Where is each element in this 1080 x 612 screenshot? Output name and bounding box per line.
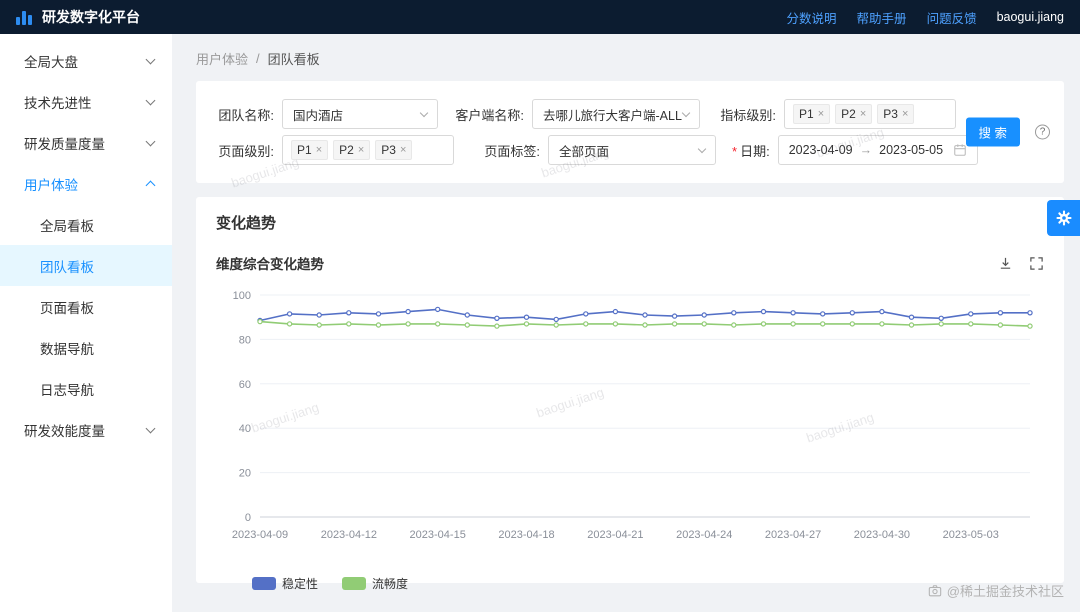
tag-remove-icon[interactable]: × <box>818 108 824 120</box>
top-bar: 研发数字化平台 分数说明 帮助手册 问题反馈 baogui.jiang <box>0 0 1080 34</box>
chevron-down-icon <box>145 423 156 433</box>
tag: P3 × <box>877 104 915 124</box>
date-range-picker[interactable]: 2023-04-09 → 2023-05-05 <box>777 135 978 165</box>
svg-text:60: 60 <box>239 379 251 391</box>
svg-text:40: 40 <box>239 423 251 435</box>
date-end: 2023-05-05 <box>879 143 944 157</box>
svg-text:2023-04-30: 2023-04-30 <box>854 529 910 541</box>
required-asterisk: * <box>732 143 738 159</box>
tag-remove-icon[interactable]: × <box>902 108 908 120</box>
sidebar: 全局大盘 技术先进性 研发质量度量 用户体验 全局看板 团队看板 页面看板 数据… <box>0 34 172 612</box>
breadcrumb: 用户体验 / 团队看板 <box>196 49 1064 68</box>
sidebar-item-rd-quality[interactable]: 研发质量度量 <box>0 122 172 163</box>
date-start: 2023-04-09 <box>788 143 853 157</box>
sidebar-item-global-board[interactable]: 全局看板 <box>0 204 172 245</box>
date-label: * 日期: <box>732 143 770 159</box>
tag: P3 × <box>375 140 413 160</box>
chevron-down-icon <box>681 108 691 117</box>
sidebar-item-team-board[interactable]: 团队看板 <box>0 245 172 286</box>
panel-title: 变化趋势 <box>216 215 277 232</box>
date-range-arrow: → <box>859 143 873 157</box>
link-score-explain[interactable]: 分数说明 <box>787 8 837 27</box>
breadcrumb-current: 团队看板 <box>267 52 320 67</box>
svg-text:2023-04-21: 2023-04-21 <box>587 529 643 541</box>
juejin-watermark: @稀土掘金技术社区 <box>928 581 1064 600</box>
page-level-label: 页面级别: <box>218 143 274 159</box>
svg-text:100: 100 <box>233 290 251 302</box>
breadcrumb-separator: / <box>256 51 260 66</box>
tag: P2 × <box>835 104 873 124</box>
sidebar-item-tech-advancement[interactable]: 技术先进性 <box>0 81 172 122</box>
sidebar-item-data-nav[interactable]: 数据导航 <box>0 327 172 368</box>
sidebar-item-user-experience[interactable]: 用户体验 <box>0 163 172 204</box>
fullscreen-icon[interactable] <box>1029 256 1044 271</box>
app-title: 研发数字化平台 <box>42 9 140 25</box>
legend-item-fluency[interactable]: 流畅度 <box>342 575 408 592</box>
user-menu[interactable]: baogui.jiang <box>997 10 1064 24</box>
chart-legend: 稳定性 流畅度 <box>252 575 1044 592</box>
filter-panel: 团队名称: 国内酒店 客户端名称: 去哪儿旅行大客户端-ALL 指标级别: P1… <box>196 81 1064 183</box>
app-logo-icon <box>16 9 34 25</box>
chevron-down-icon <box>419 108 429 117</box>
tag-remove-icon[interactable]: × <box>860 108 866 120</box>
trend-line-chart[interactable]: 0 20 40 60 80 100 2023-04-09 2023-04-12 2023-04-… <box>216 285 1044 547</box>
svg-text:2023-04-18: 2023-04-18 <box>498 529 554 541</box>
sidebar-item-log-nav[interactable]: 日志导航 <box>0 368 172 409</box>
tag: P1 × <box>291 140 329 160</box>
svg-text:2023-04-15: 2023-04-15 <box>410 529 466 541</box>
client-name-label: 客户端名称: <box>455 107 524 123</box>
tag: P1 × <box>793 104 831 124</box>
legend-marker <box>342 577 367 590</box>
sidebar-item-page-board[interactable]: 页面看板 <box>0 286 172 327</box>
tag-remove-icon[interactable]: × <box>400 144 406 156</box>
search-button[interactable]: 搜 索 <box>965 117 1020 147</box>
tag-remove-icon[interactable]: × <box>316 144 322 156</box>
svg-text:2023-05-03: 2023-05-03 <box>943 529 999 541</box>
chevron-down-icon <box>145 54 156 64</box>
sidebar-item-rd-efficiency[interactable]: 研发效能度量 <box>0 409 172 450</box>
main-content: 用户体验 / 团队看板 团队名称: 国内酒店 客户端名称: 去哪儿旅行大客户端-… <box>172 34 1080 612</box>
metric-level-multiselect[interactable]: P1 × P2 × P3 × <box>784 99 956 129</box>
svg-text:2023-04-27: 2023-04-27 <box>765 529 821 541</box>
download-icon[interactable] <box>998 256 1013 271</box>
svg-text:80: 80 <box>239 334 251 346</box>
camera-icon <box>928 584 942 598</box>
page-tag-select[interactable]: 全部页面 <box>548 135 716 165</box>
metric-level-label: 指标级别: <box>720 107 776 123</box>
link-help-manual[interactable]: 帮助手册 <box>857 8 907 27</box>
chart-title: 维度综合变化趋势 <box>216 257 324 272</box>
page-level-multiselect[interactable]: P1 × P2 × P3 × <box>282 135 454 165</box>
link-feedback[interactable]: 问题反馈 <box>927 8 977 27</box>
chevron-up-icon <box>145 180 156 191</box>
gear-icon <box>1055 209 1073 227</box>
svg-text:20: 20 <box>239 468 251 480</box>
client-select[interactable]: 去哪儿旅行大客户端-ALL <box>532 99 700 129</box>
chevron-down-icon <box>145 95 156 105</box>
svg-text:2023-04-24: 2023-04-24 <box>676 529 732 541</box>
chevron-down-icon <box>145 136 156 146</box>
legend-marker <box>252 577 276 590</box>
settings-button[interactable] <box>1047 200 1080 236</box>
chevron-down-icon <box>697 144 707 153</box>
team-name-label: 团队名称: <box>218 107 274 123</box>
tag: P2 × <box>333 140 371 160</box>
svg-text:2023-04-09: 2023-04-09 <box>232 529 288 541</box>
page-tag-label: 页面标签: <box>484 143 540 159</box>
svg-text:0: 0 <box>245 512 251 524</box>
legend-item-stability[interactable]: 稳定性 <box>252 575 318 592</box>
calendar-icon <box>953 143 967 157</box>
team-select[interactable]: 国内酒店 <box>282 99 438 129</box>
breadcrumb-parent[interactable]: 用户体验 <box>196 49 248 68</box>
tag-remove-icon[interactable]: × <box>358 144 364 156</box>
sidebar-item-global-dashboard[interactable]: 全局大盘 <box>0 40 172 81</box>
help-icon[interactable]: ? <box>1035 124 1050 140</box>
trend-panel: 变化趋势 维度综合变化趋势 0 20 40 60 80 100 2023-04-09 2023… <box>196 197 1064 591</box>
svg-text:2023-04-12: 2023-04-12 <box>321 529 377 541</box>
